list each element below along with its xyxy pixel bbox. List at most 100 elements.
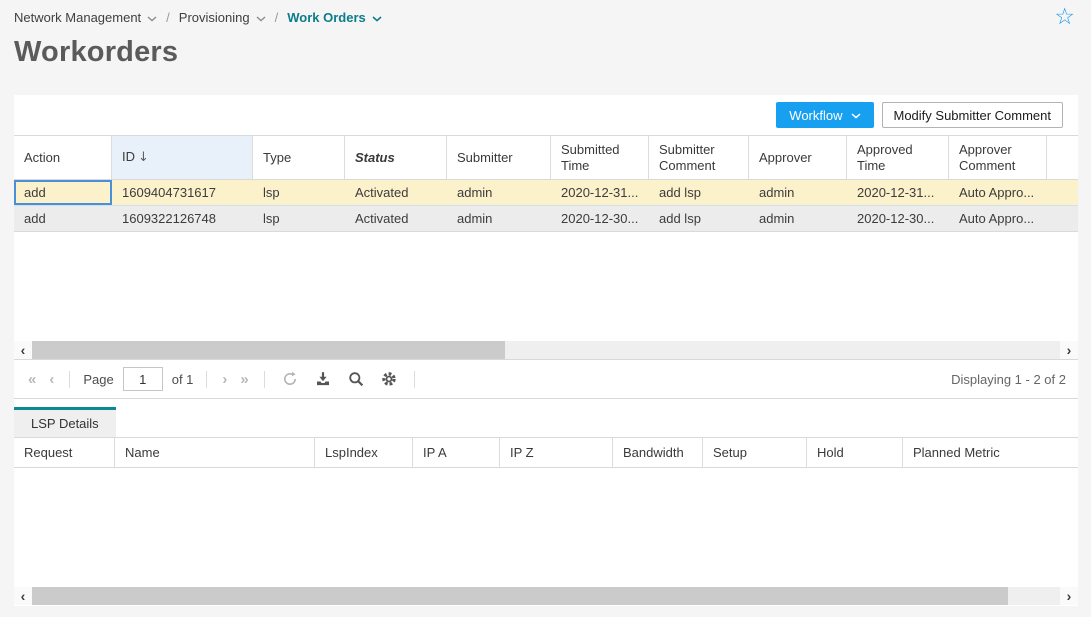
scrollbar-thumb[interactable]: [32, 341, 505, 359]
column-header-ip-a[interactable]: IP A: [413, 437, 500, 468]
gear-icon[interactable]: [379, 370, 399, 388]
displaying-status-text: Displaying 1 - 2 of 2: [951, 372, 1066, 387]
cell-submitted-time[interactable]: 2020-12-30...: [551, 206, 649, 232]
column-header-submitter-comment[interactable]: Submitter Comment: [649, 135, 749, 180]
cell-approver-comment[interactable]: Auto Appro...: [949, 180, 1047, 206]
cell-id[interactable]: 1609322126748: [112, 206, 253, 232]
breadcrumb-label: Network Management: [14, 10, 141, 25]
workflow-button-label: Workflow: [789, 108, 842, 123]
cell-submitter-comment[interactable]: add lsp: [649, 180, 749, 206]
scroll-left-icon[interactable]: ‹: [14, 341, 32, 359]
page-header: Network Management / Provisioning / Work…: [0, 0, 1091, 95]
refresh-icon[interactable]: [280, 370, 300, 388]
column-header-id[interactable]: ID↓: [112, 135, 253, 180]
lsp-details-table: Request Name LspIndex IP A IP Z Bandwidt…: [14, 437, 1078, 468]
column-header-spacer: [1047, 135, 1078, 180]
breadcrumb-item-network-management[interactable]: Network Management: [14, 10, 157, 25]
workorders-horizontal-scrollbar[interactable]: ‹ ›: [14, 341, 1078, 359]
toolbar-separator: [264, 371, 265, 388]
table-row[interactable]: add 1609322126748 lsp Activated admin 20…: [14, 206, 1078, 232]
lsp-details-empty-area: [14, 468, 1078, 587]
favorite-star-icon[interactable]: ☆: [1054, 6, 1075, 29]
breadcrumb-label: Work Orders: [287, 10, 366, 25]
cell-submitter-comment[interactable]: add lsp: [649, 206, 749, 232]
page-label: Page: [83, 372, 113, 387]
breadcrumb-item-work-orders[interactable]: Work Orders: [287, 10, 382, 25]
previous-page-button[interactable]: ‹: [47, 371, 56, 388]
page-count-label: of 1: [172, 372, 194, 387]
breadcrumb-item-provisioning[interactable]: Provisioning: [179, 10, 266, 25]
cell-submitter[interactable]: admin: [447, 180, 551, 206]
search-icon[interactable]: [346, 370, 366, 388]
column-header-action[interactable]: Action: [14, 135, 112, 180]
column-header-hold[interactable]: Hold: [807, 437, 903, 468]
cell-action[interactable]: add: [14, 180, 112, 206]
cell-type[interactable]: lsp: [253, 180, 345, 206]
tab-lsp-details[interactable]: LSP Details: [14, 407, 116, 437]
toolbar-separator: [414, 371, 415, 388]
scrollbar-thumb[interactable]: [32, 587, 1008, 605]
workorders-table-empty-area: [14, 232, 1078, 341]
page-title: Workorders: [14, 36, 178, 69]
workflow-button[interactable]: Workflow: [776, 102, 873, 128]
workorders-panel: Workflow Modify Submitter Comment Action…: [14, 95, 1078, 606]
column-header-submitted-time[interactable]: Submitted Time: [551, 135, 649, 180]
last-page-button[interactable]: »: [238, 371, 250, 388]
column-header-ip-z[interactable]: IP Z: [500, 437, 613, 468]
details-tab-bar: LSP Details: [14, 407, 1078, 437]
column-header-name[interactable]: Name: [115, 437, 315, 468]
column-header-approved-time[interactable]: Approved Time: [847, 135, 949, 180]
scrollbar-track[interactable]: [32, 587, 1060, 605]
column-header-approver[interactable]: Approver: [749, 135, 847, 180]
column-header-submitter[interactable]: Submitter: [447, 135, 551, 180]
cell-submitter[interactable]: admin: [447, 206, 551, 232]
breadcrumb-separator: /: [275, 10, 279, 25]
toolbar-separator: [69, 371, 70, 388]
cell-approver[interactable]: admin: [749, 206, 847, 232]
scroll-right-icon[interactable]: ›: [1060, 587, 1078, 605]
column-header-planned-metric[interactable]: Planned Metric: [903, 437, 1078, 468]
breadcrumb-separator: /: [166, 10, 170, 25]
chevron-down-icon: [851, 113, 861, 119]
chevron-down-icon: [372, 16, 382, 22]
breadcrumb: Network Management / Provisioning / Work…: [14, 10, 382, 25]
column-header-request[interactable]: Request: [14, 437, 115, 468]
cell-action[interactable]: add: [14, 206, 112, 232]
scroll-right-icon[interactable]: ›: [1060, 341, 1078, 359]
cell-status[interactable]: Activated: [345, 180, 447, 206]
pagination-toolbar: « ‹ Page of 1 › »: [14, 359, 1078, 399]
lsp-details-header-row: Request Name LspIndex IP A IP Z Bandwidt…: [14, 437, 1078, 468]
cell-id[interactable]: 1609404731617: [112, 180, 253, 206]
breadcrumb-label: Provisioning: [179, 10, 250, 25]
cell-status[interactable]: Activated: [345, 206, 447, 232]
scroll-left-icon[interactable]: ‹: [14, 587, 32, 605]
sort-descending-icon: ↓: [138, 150, 149, 165]
column-header-setup[interactable]: Setup: [703, 437, 807, 468]
modify-submitter-comment-button[interactable]: Modify Submitter Comment: [882, 102, 1064, 128]
scrollbar-track[interactable]: [32, 341, 1060, 359]
chevron-down-icon: [147, 16, 157, 22]
cell-approver-comment[interactable]: Auto Appro...: [949, 206, 1047, 232]
workorders-table: Action ID↓ Type Status Submitter Submitt…: [14, 135, 1078, 232]
cell-spacer: [1047, 180, 1078, 206]
column-header-approver-comment[interactable]: Approver Comment: [949, 135, 1047, 180]
column-header-bandwidth[interactable]: Bandwidth: [613, 437, 703, 468]
page-number-input[interactable]: [123, 367, 163, 391]
cell-approved-time[interactable]: 2020-12-30...: [847, 206, 949, 232]
lsp-details-horizontal-scrollbar[interactable]: ‹ ›: [14, 587, 1078, 605]
column-header-lspindex[interactable]: LspIndex: [315, 437, 413, 468]
cell-type[interactable]: lsp: [253, 206, 345, 232]
column-header-status[interactable]: Status: [345, 135, 447, 180]
cell-approver[interactable]: admin: [749, 180, 847, 206]
first-page-button[interactable]: «: [26, 371, 38, 388]
panel-gap: [14, 399, 1078, 407]
cell-spacer: [1047, 206, 1078, 232]
cell-submitted-time[interactable]: 2020-12-31...: [551, 180, 649, 206]
toolbar-separator: [206, 371, 207, 388]
table-row[interactable]: add 1609404731617 lsp Activated admin 20…: [14, 180, 1078, 206]
cell-approved-time[interactable]: 2020-12-31...: [847, 180, 949, 206]
download-icon[interactable]: [313, 370, 333, 388]
column-header-type[interactable]: Type: [253, 135, 345, 180]
next-page-button[interactable]: ›: [220, 371, 229, 388]
chevron-down-icon: [256, 16, 266, 22]
